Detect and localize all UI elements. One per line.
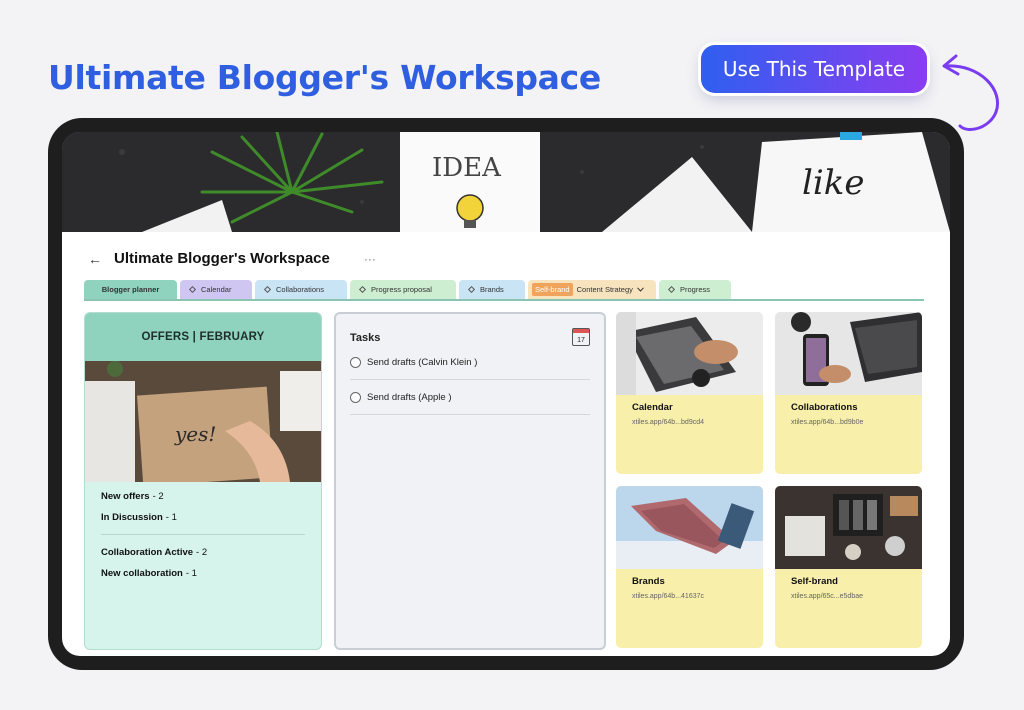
tab-label: Progress [680,285,711,294]
task-checkbox[interactable] [350,392,361,403]
promo-title: Ultimate Blogger's Workspace [48,58,601,97]
tab-bar: Blogger planner Calendar Collaborations … [84,280,924,301]
tab-content-strategy[interactable]: Self-brand Content Strategy [528,280,656,299]
back-arrow-icon[interactable]: ← [88,251,102,267]
diamond-icon [667,285,676,294]
cover-illustration: IDEA like [62,132,950,232]
tile-calendar[interactable]: Calendar xtiles.app/64b...bd9cd4 [616,312,763,474]
tile-brands[interactable]: Brands xtiles.app/64b...41637c [616,486,763,648]
tasks-card: Tasks 17 Send drafts (Calvin Klein ) Sen… [334,312,606,650]
use-template-button[interactable]: Use This Template [701,45,927,93]
row-label: New offers [101,491,150,502]
task-label: Send drafts (Apple ) [367,392,452,403]
tile-link[interactable]: xtiles.app/64b...41637c [632,593,763,600]
tile-image-sneaker [616,486,763,569]
tab-progress[interactable]: Progress [659,280,731,299]
tile-collaborations[interactable]: Collaborations xtiles.app/64b...bd9b0e [775,312,922,474]
tab-label: Progress proposal [371,285,432,294]
tile-self-brand[interactable]: Self-brand xtiles.app/65c...e5dbae [775,486,922,648]
tile-image-flatlay [775,486,922,569]
tab-label: Content Strategy [576,285,633,294]
list-item: New collaboration - 1 [101,563,305,584]
task-checkbox[interactable] [350,357,361,368]
offers-list: New offers - 2 In Discussion - 1 Collabora… [85,482,321,588]
tablet-frame: IDEA like ← Ultimate Blogger's Workspace… [48,118,964,670]
row-value: - 2 [152,491,164,502]
tab-brands[interactable]: Brands [459,280,525,299]
divider [101,534,305,535]
diamond-icon [188,285,197,294]
chevron-down-icon [637,287,644,292]
self-brand-badge: Self-brand [532,283,573,296]
tab-calendar[interactable]: Calendar [180,280,252,299]
diamond-icon [358,285,367,294]
tile-link[interactable]: xtiles.app/64b...bd9b0e [791,419,922,426]
tile-name: Brands [632,576,665,587]
like-text: like [802,163,864,203]
row-label: In Discussion [101,512,163,523]
tile-image-laptop [616,312,763,395]
tile-link[interactable]: xtiles.app/64b...bd9cd4 [632,419,763,426]
offers-image: yes! [85,361,321,482]
cover-banner: IDEA like [62,132,950,232]
row-label: Collaboration Active [101,547,194,558]
tile-name: Self-brand [791,576,838,587]
task-label: Send drafts (Calvin Klein ) [367,357,478,368]
list-item: Collaboration Active - 2 [101,542,305,563]
row-value: - 2 [196,547,208,558]
doc-header: ← Ultimate Blogger's Workspace ··· [88,250,376,267]
offers-title: OFFERS | FEBRUARY [85,313,321,361]
tab-label: Collaborations [276,285,324,294]
offers-card: OFFERS | FEBRUARY yes! New offers - 2 In … [84,312,322,650]
list-item: In Discussion - 1 [101,507,305,528]
tab-blogger-planner[interactable]: Blogger planner [84,280,177,299]
row-value: - 1 [185,568,197,579]
tab-label: Brands [480,285,504,294]
tab-collaborations[interactable]: Collaborations [255,280,347,299]
yes-text: yes! [174,422,216,446]
tile-image-phone [775,312,922,395]
diamond-icon [263,285,272,294]
app-screen: IDEA like ← Ultimate Blogger's Workspace… [62,132,950,656]
tile-name: Collaborations [791,402,858,413]
row-label: New collaboration [101,568,183,579]
idea-text: IDEA [432,153,502,183]
more-options-icon[interactable]: ··· [364,252,376,266]
page-title: Ultimate Blogger's Workspace [114,250,330,267]
task-item: Send drafts (Apple ) [350,381,590,415]
tab-label: Calendar [201,285,232,294]
calendar-icon[interactable]: 17 [572,328,590,346]
tasks-title: Tasks [350,332,381,344]
tab-progress-proposal[interactable]: Progress proposal [350,280,456,299]
tab-label: Blogger planner [101,285,160,294]
task-item: Send drafts (Calvin Klein ) [350,346,590,380]
list-item: New offers - 2 [101,486,305,507]
tile-name: Calendar [632,402,673,413]
tile-link[interactable]: xtiles.app/65c...e5dbae [791,593,922,600]
row-value: - 1 [165,512,177,523]
diamond-icon [467,285,476,294]
